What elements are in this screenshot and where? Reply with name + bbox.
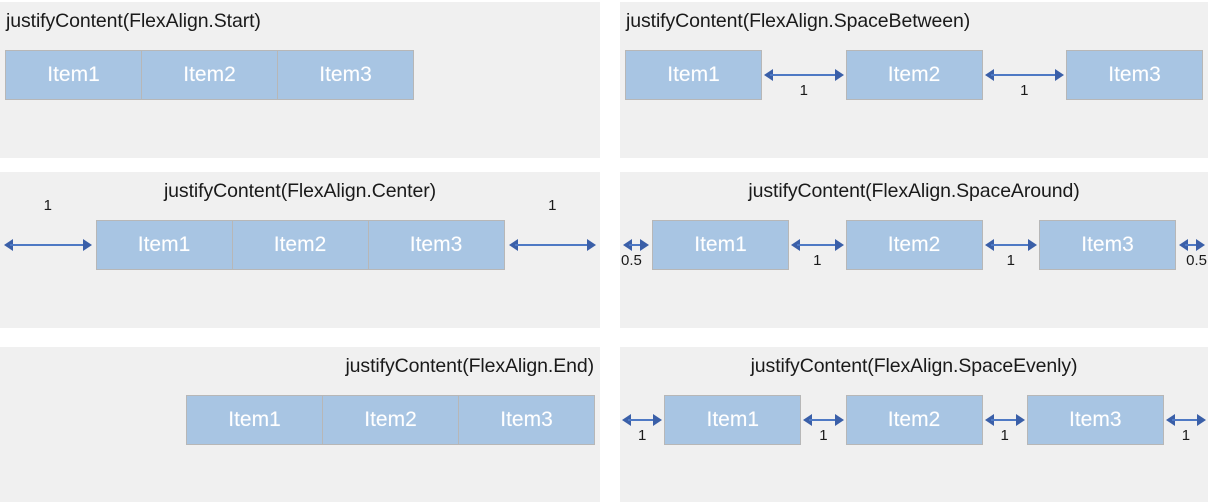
double-arrow-icon	[984, 239, 1037, 251]
panel-justify-space-evenly: justifyContent(FlexAlign.SpaceEvenly) 1 …	[620, 347, 1208, 502]
item-group-end: Item1 Item2 Item3	[186, 395, 595, 445]
item-track-space-evenly: 1 Item1 1 Item2 1 Item3 1	[620, 394, 1208, 446]
gap-label: 1	[813, 252, 822, 269]
arrow-bar	[514, 244, 590, 246]
item-track-space-between: Item1 1 Item2 1 Item3	[620, 49, 1208, 101]
gap-between-2-3: 1	[983, 395, 1027, 445]
item-box-2[interactable]: Item2	[845, 395, 983, 445]
arrow-head-right-icon	[1015, 414, 1025, 426]
item-box-3[interactable]: Item3	[1039, 220, 1176, 270]
double-arrow-icon	[623, 239, 649, 251]
panel-justify-space-between: justifyContent(FlexAlign.SpaceBetween) I…	[620, 2, 1208, 158]
double-arrow-icon	[1179, 239, 1205, 251]
gap-label: 0.5	[621, 252, 642, 269]
arrow-bar	[1171, 419, 1200, 421]
double-arrow-icon	[984, 414, 1025, 426]
panel-justify-space-around: justifyContent(FlexAlign.SpaceAround) 0.…	[620, 172, 1208, 328]
item-track-space-around: 0.5 Item1 1 Item2 1 Item3 0.5	[620, 219, 1208, 271]
item-box-2[interactable]: Item2	[231, 220, 369, 270]
item-box-1[interactable]: Item1	[625, 50, 762, 100]
double-arrow-icon	[622, 414, 663, 426]
item-box-2[interactable]: Item2	[845, 50, 983, 100]
panel-title-end: justifyContent(FlexAlign.End)	[345, 355, 594, 377]
gap-label: 1	[637, 427, 647, 444]
flex-align-diagram-grid: justifyContent(FlexAlign.Start) Item1 It…	[0, 0, 1208, 502]
arrow-head-right-icon	[1196, 239, 1205, 251]
double-arrow-icon	[791, 239, 844, 251]
panel-title-space-evenly: justifyContent(FlexAlign.SpaceEvenly)	[750, 355, 1078, 377]
gap-between-2-3: 1	[983, 220, 1040, 270]
item-group-start: Item1 Item2 Item3	[5, 50, 414, 100]
item-box-1[interactable]: Item1	[652, 220, 789, 270]
item-box-1[interactable]: Item1	[664, 395, 802, 445]
arrow-head-right-icon	[834, 239, 844, 251]
item-box-2[interactable]: Item2	[322, 395, 459, 445]
arrow-bar	[809, 419, 838, 421]
gap-label: 1	[548, 197, 557, 214]
arrow-head-right-icon	[640, 239, 649, 251]
arrow-bar	[990, 74, 1058, 76]
item-box-3[interactable]: Item3	[1026, 395, 1164, 445]
gap-trailing: 1	[505, 198, 601, 270]
item-box-3[interactable]: Item3	[277, 50, 414, 100]
arrow-head-right-icon	[834, 414, 844, 426]
arrow-bar	[10, 244, 86, 246]
gap-label: 1	[1000, 427, 1009, 444]
item-box-3[interactable]: Item3	[367, 220, 505, 270]
item-box-2[interactable]: Item2	[845, 220, 983, 270]
panel-title-space-around: justifyContent(FlexAlign.SpaceAround)	[748, 180, 1080, 202]
item-track-center: 1 Item1 Item2 Item3 1	[0, 198, 601, 271]
arrow-head-right-icon	[587, 239, 596, 251]
double-arrow-icon	[508, 239, 596, 251]
item-box-1[interactable]: Item1	[95, 220, 233, 270]
double-arrow-icon	[764, 69, 844, 81]
arrow-bar	[990, 419, 1019, 421]
gap-label: 1	[1181, 427, 1191, 444]
arrow-bar	[797, 244, 838, 246]
gap-leading: 1	[620, 395, 664, 445]
gap-trailing: 1	[1164, 395, 1208, 445]
arrow-head-right-icon	[834, 69, 844, 81]
item-group-center: Item1 Item2 Item3	[95, 220, 505, 270]
panel-justify-center: justifyContent(FlexAlign.Center) 1 Item1…	[0, 172, 600, 328]
panel-justify-end: justifyContent(FlexAlign.End) Item1 Item…	[0, 347, 600, 502]
arrow-head-right-icon	[1055, 69, 1064, 81]
gap-label: 1	[1020, 82, 1029, 99]
double-arrow-icon	[984, 69, 1064, 81]
arrow-head-right-icon	[1028, 239, 1037, 251]
panel-justify-start: justifyContent(FlexAlign.Start) Item1 It…	[0, 2, 600, 158]
gap-label: 1	[819, 427, 828, 444]
gap-trailing: 0.5	[1176, 220, 1208, 270]
item-box-2[interactable]: Item2	[141, 50, 278, 100]
panel-title-space-between: justifyContent(FlexAlign.SpaceBetween)	[626, 10, 971, 32]
gap-leading: 1	[0, 198, 96, 270]
gap-between-2-3: 1	[983, 50, 1067, 100]
arrow-bar	[990, 244, 1031, 246]
panel-title-start: justifyContent(FlexAlign.Start)	[6, 10, 261, 32]
item-track-end: Item1 Item2 Item3	[0, 394, 600, 446]
item-box-3[interactable]: Item3	[1066, 50, 1203, 100]
arrow-head-right-icon	[82, 239, 92, 251]
arrow-head-right-icon	[1197, 414, 1206, 426]
item-track-start: Item1 Item2 Item3	[0, 49, 600, 101]
item-box-1[interactable]: Item1	[5, 50, 142, 100]
gap-label: 1	[799, 82, 808, 99]
gap-between-1-2: 1	[801, 395, 845, 445]
gap-leading: 0.5	[620, 220, 652, 270]
arrow-head-right-icon	[653, 414, 663, 426]
double-arrow-icon	[4, 239, 92, 251]
arrow-bar	[770, 74, 838, 76]
double-arrow-icon	[1165, 414, 1206, 426]
double-arrow-icon	[803, 414, 844, 426]
gap-between-1-2: 1	[789, 220, 846, 270]
gap-label: 1	[43, 197, 52, 214]
arrow-bar	[628, 419, 657, 421]
gap-label: 0.5	[1186, 252, 1207, 269]
item-box-1[interactable]: Item1	[186, 395, 323, 445]
item-box-3[interactable]: Item3	[458, 395, 595, 445]
gap-between-1-2: 1	[762, 50, 846, 100]
gap-label: 1	[1006, 252, 1015, 269]
